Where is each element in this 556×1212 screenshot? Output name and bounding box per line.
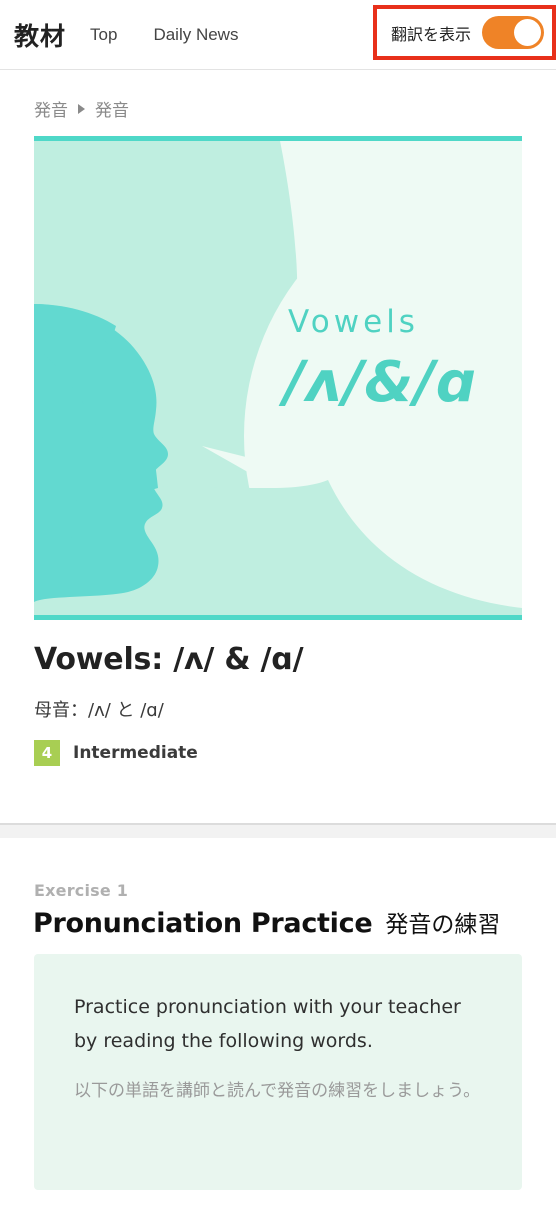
exercise-instruction-box: Practice pronunciation with your teacher… [34, 954, 522, 1190]
translation-toggle-group[interactable]: 翻訳を表示 [373, 5, 556, 60]
app-brand: 教材 [14, 21, 67, 51]
lesson-hero-image: Vowels /ʌ/&/ɑ [34, 136, 522, 620]
lesson-page: 教材 Top Daily News 翻訳を表示 発音 発音 Vowels /ʌ/… [0, 0, 556, 1212]
breadcrumb: 発音 発音 [34, 96, 129, 121]
nav-item-top[interactable]: Top [90, 25, 117, 45]
primary-nav: Top Daily News [90, 25, 238, 45]
lesson-subtitle-ja: 母音：/ʌ/ と /ɑ/ [34, 700, 164, 721]
lesson-title: Vowels: /ʌ/ & /ɑ/ [34, 642, 304, 677]
toggle-knob [514, 19, 542, 46]
app-header: 教材 Top Daily News 翻訳を表示 [0, 0, 556, 70]
level-name-label: Intermediate [73, 743, 198, 763]
exercise-title: Pronunciation Practice 発音の練習 [33, 905, 500, 939]
instruction-text-ja: 以下の単語を講師と読んで発音の練習をしましょう。 [74, 1081, 481, 1101]
exercise-number-label: Exercise 1 [34, 881, 129, 900]
lesson-level: 4 Intermediate [34, 740, 198, 766]
nav-item-daily-news[interactable]: Daily News [153, 25, 238, 45]
chevron-right-icon [78, 103, 85, 114]
breadcrumb-item-1[interactable]: 発音 [95, 96, 129, 121]
translation-toggle-switch[interactable] [482, 16, 545, 49]
level-number-badge: 4 [34, 740, 60, 766]
exercise-title-ja: 発音の練習 [385, 912, 501, 938]
breadcrumb-item-0[interactable]: 発音 [34, 96, 68, 121]
hero-overline-text: Vowels [288, 304, 419, 340]
hero-headline-text: /ʌ/&/ɑ [278, 350, 477, 415]
hero-illustration: Vowels /ʌ/&/ɑ [34, 136, 522, 620]
exercise-title-en: Pronunciation Practice [33, 908, 373, 939]
section-divider-band [0, 825, 556, 838]
translation-toggle-label: 翻訳を表示 [391, 24, 472, 44]
instruction-text-en: Practice pronunciation with your teacher… [74, 996, 461, 1052]
